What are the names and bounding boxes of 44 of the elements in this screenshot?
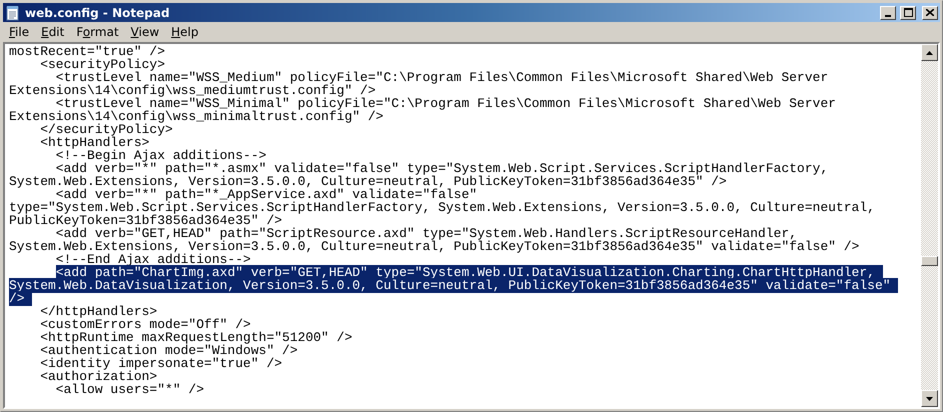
text-line: </securityPolicy> [40, 123, 173, 136]
text-line: </httpHandlers> [39, 305, 158, 318]
menu-item[interactable]: Edit [35, 25, 70, 39]
minimize-icon [885, 14, 891, 16]
text-line: Extensions\14\config\wss_mediumtrust.config" /> [9, 84, 376, 97]
text-line: <identity impersonate="true" /> [39, 357, 284, 370]
text-line: mostRecent="true" /> [9, 45, 166, 58]
text-line: type="System.Web.Script.Services.ScriptHandlerFactory, System.Web.Extensions, Version=3.5.0.0, Culture=neutral, [9, 201, 876, 214]
text-line: <trustLevel name="WSS_Minimal" policyFile="C:\Program Files\Common Files\Microsoft Shared\Web Server [56, 97, 837, 110]
text-line: <add verb="*" path="*.asmx" validate="false" type="System.Web.Script.Services.ScriptHandlerFactory, [56, 162, 830, 175]
scroll-down-button[interactable] [921, 390, 938, 407]
window-title: web.config - Notepad [25, 6, 171, 20]
menu-item[interactable]: Help [165, 25, 205, 39]
text-line: <add verb="GET,HEAD" path="ScriptResource.axd" type="System.Web.Handlers.ScriptResourceHandler, [56, 227, 797, 240]
up-arrow-icon [926, 50, 933, 54]
text-line: <!--End Ajax additions--> [56, 253, 251, 266]
text-line: <allow users="*" /> [54, 383, 206, 396]
text-line: <add verb="*" path="*_AppService.axd" validate="false" [56, 188, 478, 201]
notepad-icon [5, 4, 21, 20]
text-line: <httpRuntime maxRequestLength="51200" /> [39, 331, 354, 344]
text-line: PublicKeyToken=31bf3856ad364e35" /> [9, 214, 282, 227]
close-button[interactable] [922, 6, 938, 20]
text-line: <httpHandlers> [39, 136, 150, 149]
text-line: System.Web.Extensions, Version=3.5.0.0, Culture=neutral, PublicKeyToken=31bf3856ad364e35" validate="false" /> [9, 240, 860, 253]
text-line: <authorization> [39, 370, 158, 383]
text-line: <authentication mode="Windows" /> [39, 344, 298, 357]
maximize-button[interactable] [900, 6, 916, 20]
scroll-up-button[interactable] [921, 44, 938, 61]
down-arrow-icon [926, 396, 933, 400]
text-line: Extensions\14\config\wss_minimaltrust.config" /> [9, 110, 384, 123]
text-line: System.Web.Extensions, Version=3.5.0.0, Culture=neutral, PublicKeyToken=31bf3856ad364e35" /> [9, 175, 727, 188]
text-line: /> [9, 292, 921, 305]
menu-item[interactable]: File [3, 25, 36, 39]
text-line: <trustLevel name="WSS_Medium" policyFile="C:\Program Files\Common Files\Microsoft Shared\Web Server [56, 71, 830, 84]
text-line: <!--Begin Ajax additions--> [56, 149, 268, 162]
menu-item[interactable]: Format [70, 25, 125, 39]
text-line: <customErrors mode="Off" /> [39, 318, 251, 331]
vertical-scrollbar[interactable] [921, 44, 938, 407]
close-icon [926, 9, 934, 16]
maximize-icon [904, 8, 912, 17]
text-line: <securityPolicy> [39, 58, 166, 71]
minimize-button[interactable] [880, 6, 896, 20]
menu-item[interactable]: View [124, 25, 166, 39]
scroll-thumb[interactable] [921, 256, 938, 266]
